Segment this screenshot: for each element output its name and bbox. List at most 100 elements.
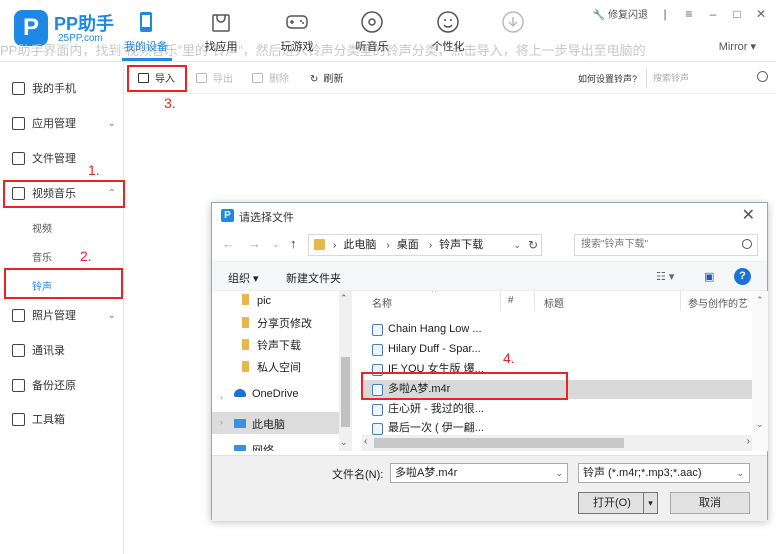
- file-row[interactable]: 庄心妍 - 我过的很...: [362, 400, 752, 419]
- refresh-icon[interactable]: ↻: [528, 235, 538, 255]
- sidebar-item-app-management[interactable]: 应用管理 ⌄: [0, 109, 124, 139]
- scroll-up-icon[interactable]: ⌃: [756, 295, 764, 306]
- column-header-name[interactable]: 名称: [372, 295, 392, 310]
- dropdown-arrow-icon[interactable]: ▾: [643, 493, 657, 513]
- annotation-box-ringtone: [4, 268, 123, 299]
- dialog-search-input[interactable]: 搜索"铃声下载": [574, 234, 758, 256]
- app-small-icon: P: [221, 209, 234, 222]
- tab-music[interactable]: 听音乐: [344, 10, 400, 54]
- file-row[interactable]: Chain Hang Low ...: [362, 320, 752, 339]
- annotation-box-file: [361, 372, 568, 400]
- address-bar[interactable]: › 此电脑 › 桌面 › 铃声下载 ⌄ ↻: [308, 234, 542, 256]
- annotation-box-import: [127, 65, 187, 92]
- network-icon: [234, 445, 246, 451]
- sidebar-item-contacts[interactable]: 通讯录: [0, 336, 124, 366]
- file-list-scrollbar[interactable]: ⌃ ⌄: [752, 291, 768, 451]
- recent-dropdown-icon[interactable]: ⌄: [272, 239, 280, 250]
- chevron-right-icon[interactable]: ›: [220, 392, 223, 402]
- sidebar-item-file-management[interactable]: 文件管理: [0, 144, 124, 174]
- open-button[interactable]: 打开(O) ▾: [578, 492, 658, 514]
- breadcrumb-this-pc[interactable]: 此电脑: [343, 239, 376, 251]
- column-divider: [680, 291, 681, 311]
- tab-my-device[interactable]: 我的设备: [118, 10, 174, 54]
- chevron-down-icon[interactable]: ⌄: [513, 235, 521, 255]
- smiley-icon: [437, 11, 459, 33]
- filename-input[interactable]: 多啦A梦.m4r ⌄: [390, 463, 568, 483]
- file-list: 名称 ^ # 标题 参与创作的艺 Chain Hang Low ... Hila…: [362, 291, 752, 451]
- sidebar-item-toolbox[interactable]: 工具箱: [0, 405, 124, 435]
- audio-file-icon: [372, 423, 383, 435]
- folder-icon: [242, 339, 249, 350]
- trash-icon: [252, 73, 263, 83]
- tree-item-this-pc[interactable]: 此电脑: [212, 412, 339, 434]
- tree-item-pic[interactable]: pic: [242, 294, 271, 307]
- breadcrumb-ringtone-downloads[interactable]: 铃声下载: [439, 239, 483, 251]
- annotation-step-1: 1.: [88, 162, 100, 178]
- tab-find-apps[interactable]: 找应用: [193, 10, 249, 54]
- scroll-up-icon[interactable]: ⌃: [340, 293, 348, 304]
- minimize-icon[interactable]: –: [706, 7, 720, 21]
- howto-link[interactable]: 如何设置铃声?: [578, 72, 637, 85]
- forward-arrow-icon[interactable]: →: [248, 236, 261, 251]
- ringtone-search-input[interactable]: 搜索铃声: [646, 68, 772, 88]
- filetype-select[interactable]: 铃声 (*.m4r;*.mp3;*.aac) ⌄: [578, 463, 750, 483]
- scroll-down-icon[interactable]: ⌄: [756, 419, 764, 430]
- close-icon[interactable]: ✕: [754, 7, 768, 21]
- sidebar-item-backup[interactable]: 备份还原: [0, 371, 124, 401]
- view-options-icon[interactable]: ☷ ▾: [656, 270, 674, 283]
- navigation-pane: pic 分享页修改 铃声下载 私人空间 › OneDrive 此电脑 › 网络: [212, 291, 352, 451]
- toolbox-icon: [12, 413, 25, 426]
- breadcrumb-desktop[interactable]: 桌面: [397, 239, 419, 251]
- chevron-down-icon: ⌄: [107, 310, 116, 321]
- sidebar-item-my-phone[interactable]: 我的手机: [0, 74, 124, 104]
- scroll-down-icon[interactable]: ⌄: [340, 437, 348, 448]
- phone-icon: [12, 82, 25, 95]
- organize-menu[interactable]: 组织 ▾: [228, 270, 259, 286]
- refresh-button[interactable]: ↻ 刷新: [310, 70, 343, 85]
- scroll-thumb[interactable]: [341, 357, 350, 427]
- tree-item-ringtone-downloads[interactable]: 铃声下载: [242, 337, 301, 353]
- tab-games[interactable]: 玩游戏: [269, 10, 325, 54]
- chevron-down-icon[interactable]: ⌄: [555, 464, 563, 482]
- column-header-artist[interactable]: 参与创作的艺: [688, 295, 748, 310]
- close-icon[interactable]: ✕: [742, 205, 755, 225]
- sidebar-sub-music[interactable]: 音乐: [32, 249, 52, 264]
- chevron-down-icon: ⌄: [107, 118, 116, 129]
- scroll-left-icon[interactable]: ‹: [364, 436, 367, 447]
- dialog-titlebar: P 请选择文件 ✕: [212, 203, 767, 229]
- scroll-right-icon[interactable]: ›: [747, 436, 750, 447]
- tree-item-network[interactable]: 网络: [234, 442, 274, 451]
- back-arrow-icon[interactable]: ←: [222, 236, 235, 251]
- shopping-bag-icon: [212, 14, 230, 32]
- file-list-hscrollbar[interactable]: ‹ ›: [362, 435, 752, 451]
- export-icon: [196, 73, 207, 83]
- repair-crash-button[interactable]: 🔧 修复闪退: [593, 6, 648, 21]
- sidebar-sub-video[interactable]: 视频: [32, 220, 52, 235]
- tree-item-onedrive[interactable]: OneDrive: [234, 388, 298, 400]
- maximize-icon[interactable]: □: [730, 7, 744, 21]
- mirror-button[interactable]: Mirror ▾: [719, 40, 756, 53]
- delete-button[interactable]: 删除: [252, 70, 289, 85]
- menu-icon[interactable]: ≡: [682, 7, 696, 21]
- pp-assistant-window: P PP助手 25PP.com PP助手界面内，找到“视频音乐”里的“铃声”，然…: [0, 0, 776, 554]
- tab-downloads[interactable]: [485, 10, 541, 38]
- sidebar-item-photos[interactable]: 照片管理 ⌄: [0, 301, 124, 331]
- preview-pane-icon[interactable]: ▣: [704, 270, 714, 283]
- cancel-button[interactable]: 取消: [670, 492, 750, 514]
- export-button[interactable]: 导出: [196, 70, 233, 85]
- column-header-number[interactable]: #: [508, 295, 514, 306]
- tree-item-private[interactable]: 私人空间: [242, 359, 301, 375]
- file-row[interactable]: Hilary Duff - Spar...: [362, 340, 752, 359]
- up-arrow-icon[interactable]: ↑: [290, 236, 297, 251]
- folder-icon: [314, 239, 325, 250]
- help-icon[interactable]: ?: [734, 268, 751, 285]
- annotation-step-3: 3.: [164, 95, 176, 111]
- music-disc-icon: [361, 11, 383, 33]
- new-folder-button[interactable]: 新建文件夹: [286, 270, 341, 286]
- tree-item-share-page[interactable]: 分享页修改: [242, 315, 312, 331]
- scroll-thumb[interactable]: [374, 438, 624, 448]
- tree-scrollbar[interactable]: ⌃ ⌄: [339, 291, 352, 451]
- column-header-title[interactable]: 标题: [544, 295, 564, 310]
- tab-personalize[interactable]: 个性化: [420, 10, 476, 54]
- chevron-right-icon[interactable]: ›: [220, 417, 223, 427]
